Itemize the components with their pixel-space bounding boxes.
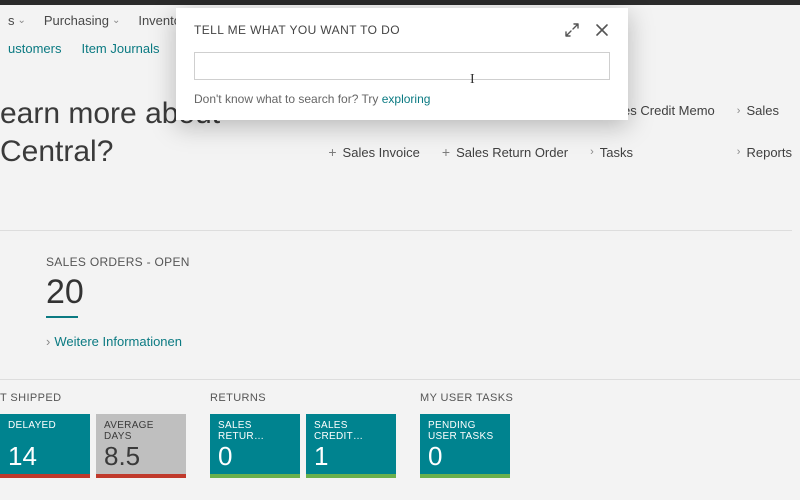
group-title: T SHIPPED [0,392,186,404]
action-label: Tasks [600,145,633,160]
chevron-down-icon: ⌄ [112,15,120,26]
subnav-item-journals[interactable]: Item Journals [81,41,159,56]
tile-value: 0 [428,441,442,472]
tile-pending-user-tasks[interactable]: PENDING USER TASKS 0 [420,414,510,478]
dialog-title: TELL ME WHAT YOU WANT TO DO [194,23,564,37]
tile-value: 14 [8,441,37,472]
text-cursor [470,70,471,85]
tile-value: 8.5 [104,441,140,472]
headline-line2: Central? [0,133,220,171]
kpi-value[interactable]: 20 [46,273,800,312]
kpi-more-link[interactable]: Weitere Informationen [46,334,800,349]
chevron-right-icon: › [590,146,594,158]
hint-text: Don't know what to search for? Try [194,92,382,106]
group-title: RETURNS [210,392,396,404]
dialog-controls [564,22,610,38]
nav-label: s [8,13,15,28]
tiles: LY DELAYED 14 AVERAGE DAYS DELAYED 8.5 [0,414,186,478]
tile-groups: T SHIPPED LY DELAYED 14 AVERAGE DAYS DEL… [0,379,800,478]
tile-value: 1 [314,441,328,472]
tile-title: SALES RETUR… OPEN - [218,420,292,442]
tile-sales-return-open[interactable]: SALES RETUR… OPEN - 0 [210,414,300,478]
action-label: Sales Return Order [456,145,568,160]
action-sales-menu[interactable]: › Sales [737,93,792,129]
tiles: PENDING USER TASKS 0 [420,414,513,478]
action-label: Reports [746,145,792,160]
tile-title: PENDING USER TASKS [428,420,502,442]
expand-icon[interactable] [564,22,580,38]
chevron-right-icon: › [737,105,741,117]
action-sales-return-order[interactable]: + Sales Return Order [442,135,568,171]
action-tasks[interactable]: › Tasks [590,135,715,171]
tile-delayed[interactable]: DELAYED 14 [0,414,90,478]
tell-me-input[interactable] [194,52,610,80]
hint-link-exploring[interactable]: exploring [382,92,431,106]
chevron-right-icon: › [737,146,741,158]
tile-title: AVERAGE DAYS DELAYED [104,420,178,442]
tile-status-bar [0,474,90,478]
nav-label: Purchasing [44,13,109,28]
group-user-tasks: MY USER TASKS PENDING USER TASKS 0 [420,392,513,478]
tile-status-bar [96,474,186,478]
action-label: Sales Invoice [343,145,420,160]
tiles: SALES RETUR… OPEN - 0 SALES CREDIT… OPEN… [210,414,396,478]
group-returns: RETURNS SALES RETUR… OPEN - 0 SALES CRED… [210,392,396,478]
tile-sales-credit-open[interactable]: SALES CREDIT… OPEN - 1 [306,414,396,478]
action-label: Sales [746,103,779,118]
tile-title: DELAYED [8,420,82,442]
kpi-label: SALES ORDERS - OPEN [46,255,800,269]
subnav-customers[interactable]: ustomers [8,41,61,56]
chevron-down-icon: ⌄ [18,15,26,26]
tile-status-bar [306,474,396,478]
nav-item-sales[interactable]: s ⌄ [8,13,26,28]
nav-item-purchasing[interactable]: Purchasing ⌄ [44,13,120,28]
group-title: MY USER TASKS [420,392,513,404]
dialog-hint: Don't know what to search for? Try explo… [194,92,610,106]
plus-icon: + [442,144,450,160]
tile-avg-days-delayed[interactable]: AVERAGE DAYS DELAYED 8.5 [96,414,186,478]
tile-status-bar [420,474,510,478]
tell-me-dialog: TELL ME WHAT YOU WANT TO DO Don't know w… [176,8,628,120]
plus-icon: + [328,144,336,160]
kpi-sales-orders-open: SALES ORDERS - OPEN 20 Weitere Informati… [0,231,800,349]
tile-value: 0 [218,441,232,472]
tile-title: SALES CREDIT… OPEN - [314,420,388,442]
close-icon[interactable] [594,22,610,38]
kpi-accent [46,316,78,318]
action-sales-invoice[interactable]: + Sales Invoice [328,135,420,171]
tile-status-bar [210,474,300,478]
action-reports-menu[interactable]: › Reports [737,135,792,171]
dialog-header: TELL ME WHAT YOU WANT TO DO [194,22,610,38]
group-shipped: T SHIPPED LY DELAYED 14 AVERAGE DAYS DEL… [0,392,186,478]
